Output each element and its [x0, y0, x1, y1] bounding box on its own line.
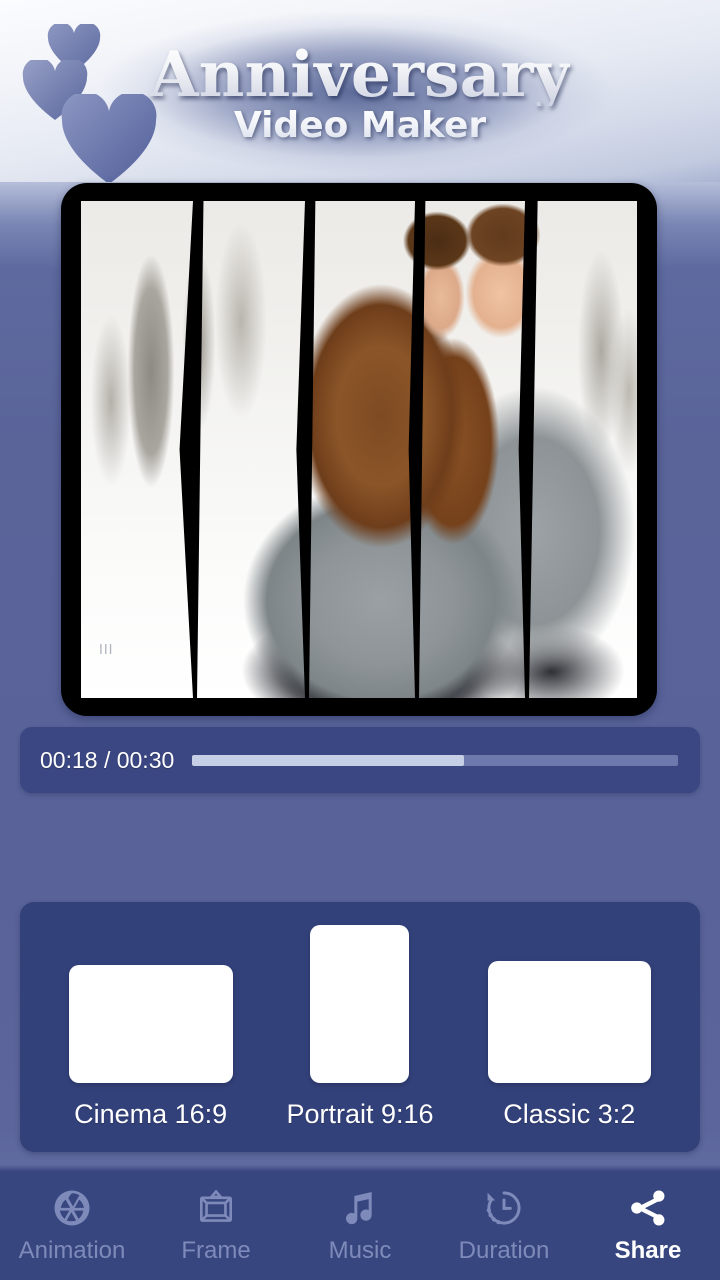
app-header: Anniversary Video Maker	[0, 0, 720, 182]
aspect-ratio-panel: Cinema 16:9 Portrait 9:16 Classic 3:2	[20, 902, 700, 1152]
ratio-thumbnail[interactable]	[310, 925, 410, 1083]
photo-image	[197, 201, 305, 698]
music-note-icon	[340, 1186, 380, 1230]
ratio-label: Cinema 16:9	[74, 1099, 228, 1129]
app-screen: Anniversary Video Maker III 00:18 / 00:3…	[0, 0, 720, 1280]
progress-track[interactable]	[192, 754, 678, 766]
blind-slat	[309, 201, 415, 698]
clock-history-icon	[483, 1186, 525, 1230]
bottom-navigation: Animation Frame Music Duration Share	[0, 1171, 720, 1280]
ratio-option-portrait[interactable]: Portrait 9:16	[260, 925, 460, 1130]
nav-item-animation[interactable]: Animation	[0, 1171, 144, 1280]
ratio-label: Portrait 9:16	[286, 1099, 434, 1129]
nav-item-frame[interactable]: Frame	[144, 1171, 288, 1280]
aperture-icon	[51, 1186, 93, 1230]
photo-image	[419, 201, 525, 698]
blind-slat	[419, 201, 525, 698]
nav-item-music[interactable]: Music	[288, 1171, 432, 1280]
app-title: Anniversary	[149, 36, 571, 111]
nav-item-share[interactable]: Share	[576, 1171, 720, 1280]
photo-stage: III	[81, 201, 637, 698]
progress-fill	[192, 754, 465, 766]
ratio-option-cinema[interactable]: Cinema 16:9	[51, 965, 251, 1130]
ratio-option-classic[interactable]: Classic 3:2	[469, 961, 669, 1130]
photo-image	[309, 201, 415, 698]
ratio-thumbnail[interactable]	[487, 961, 651, 1083]
player-seekbar[interactable]: 00:18 / 00:30	[20, 727, 700, 793]
picture-frame-icon	[195, 1186, 237, 1230]
nav-label: Music	[328, 1237, 392, 1264]
nav-label: Duration	[458, 1237, 550, 1264]
nav-label: Animation	[18, 1237, 126, 1264]
photo-image	[529, 201, 637, 698]
nav-label: Frame	[181, 1237, 251, 1264]
time-display: 00:18 / 00:30	[40, 746, 175, 773]
nav-label: Share	[614, 1237, 682, 1264]
share-nodes-icon	[627, 1186, 669, 1230]
video-preview[interactable]: III	[61, 183, 657, 716]
blind-slat: III	[81, 201, 193, 698]
title-block: Anniversary Video Maker	[0, 0, 720, 182]
photo-image	[81, 201, 193, 698]
ratio-thumbnail[interactable]	[68, 965, 233, 1083]
blind-slat	[529, 201, 637, 698]
watermark: III	[99, 643, 114, 658]
blind-slat	[197, 201, 305, 698]
ratio-label: Classic 3:2	[503, 1099, 636, 1129]
app-subtitle: Video Maker	[233, 104, 487, 146]
nav-item-duration[interactable]: Duration	[432, 1171, 576, 1280]
